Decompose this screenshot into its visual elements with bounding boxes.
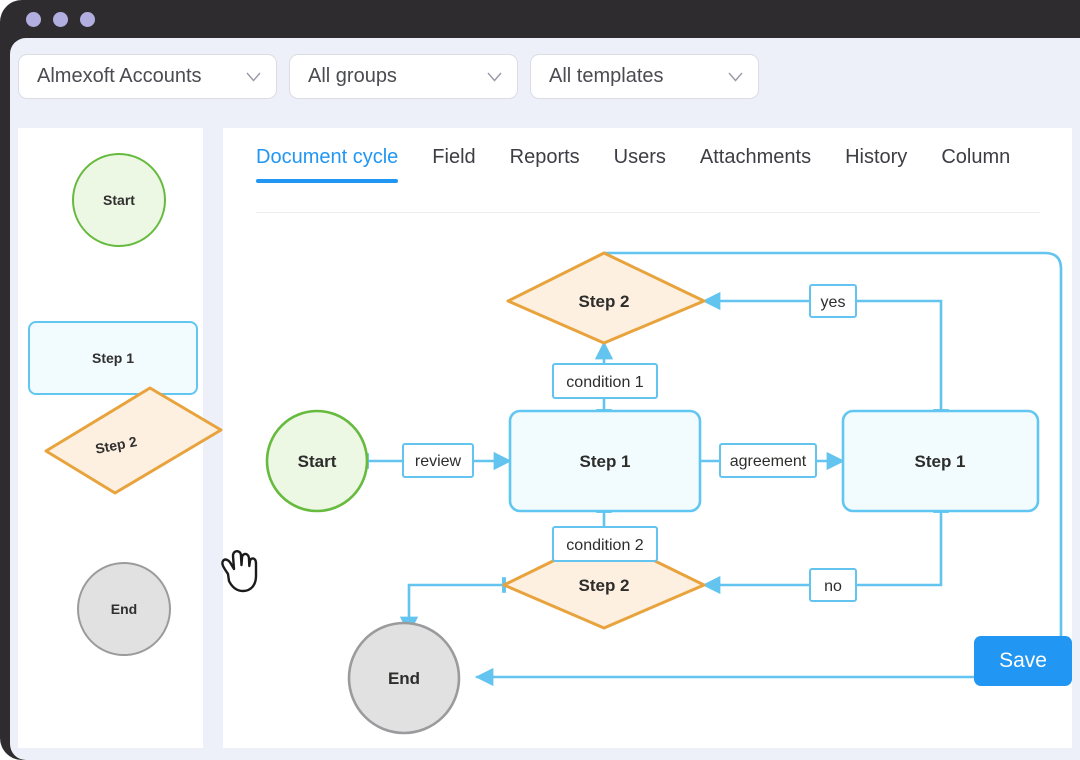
chevron-down-icon bbox=[246, 72, 261, 82]
group-select-value: All groups bbox=[308, 65, 397, 87]
node-step1-center[interactable]: Step 1 bbox=[508, 409, 702, 513]
filter-bar: Almexoft Accounts All groups All templat… bbox=[18, 54, 759, 99]
node-end[interactable]: End bbox=[347, 621, 461, 735]
traffic-lights bbox=[26, 12, 95, 27]
tab-reports[interactable]: Reports bbox=[510, 146, 580, 183]
maximize-window-button[interactable] bbox=[80, 12, 95, 27]
tab-attachments[interactable]: Attachments bbox=[700, 146, 811, 183]
flowchart-canvas[interactable]: Start Step 1 Step 1 Step 2 Step 2 End re… bbox=[223, 213, 1072, 748]
window-titlebar bbox=[0, 0, 1080, 38]
palette-item-label: End bbox=[110, 601, 138, 617]
node-step1-right-label: Step 1 bbox=[914, 452, 965, 471]
edge-label-no-text: no bbox=[824, 578, 842, 595]
node-end-label: End bbox=[388, 669, 420, 688]
account-select[interactable]: Almexoft Accounts bbox=[18, 54, 277, 99]
edge-label-condition1[interactable]: condition 1 bbox=[552, 363, 658, 399]
minimize-window-button[interactable] bbox=[53, 12, 68, 27]
node-step1-center-label: Step 1 bbox=[579, 452, 630, 471]
palette-item-step2[interactable]: Step 2 bbox=[43, 383, 223, 498]
palette-item-label: Start bbox=[103, 192, 135, 208]
edge-label-yes-text: yes bbox=[821, 294, 846, 311]
edge-label-condition2[interactable]: condition 2 bbox=[552, 526, 658, 562]
tab-document-cycle[interactable]: Document cycle bbox=[256, 146, 399, 183]
close-window-button[interactable] bbox=[26, 12, 41, 27]
node-start[interactable]: Start bbox=[265, 409, 369, 513]
edge-label-yes[interactable]: yes bbox=[809, 284, 857, 318]
app-surface: Almexoft Accounts All groups All templat… bbox=[10, 38, 1080, 760]
shape-palette-sidebar: Start Step 1 Step 2 End bbox=[18, 128, 258, 748]
edge-label-review[interactable]: review bbox=[402, 443, 474, 478]
tab-bar: Document cycle Field Reports Users Attac… bbox=[223, 128, 1072, 213]
chevron-down-icon bbox=[728, 72, 743, 82]
parallelogram-shape bbox=[44, 386, 223, 495]
group-select[interactable]: All groups bbox=[289, 54, 518, 99]
edge-label-agreement[interactable]: agreement bbox=[719, 443, 817, 478]
palette-item-end[interactable]: End bbox=[77, 562, 171, 656]
template-select[interactable]: All templates bbox=[530, 54, 759, 99]
node-step2-bottom-label: Step 2 bbox=[578, 576, 629, 595]
edge-label-no[interactable]: no bbox=[809, 568, 857, 602]
node-step1-right[interactable]: Step 1 bbox=[841, 409, 1040, 513]
node-step2-top-label: Step 2 bbox=[578, 292, 629, 311]
template-select-value: All templates bbox=[549, 65, 664, 87]
node-start-label: Start bbox=[298, 452, 337, 471]
tab-column[interactable]: Column bbox=[941, 146, 1010, 183]
tab-users[interactable]: Users bbox=[614, 146, 666, 183]
node-step2-top[interactable]: Step 2 bbox=[506, 251, 706, 345]
edge-label-agreement-text: agreement bbox=[730, 453, 807, 470]
tab-history[interactable]: History bbox=[845, 146, 907, 183]
content-panel: Document cycle Field Reports Users Attac… bbox=[223, 128, 1072, 748]
edge-label-review-text: review bbox=[415, 453, 462, 470]
app-window: Almexoft Accounts All groups All templat… bbox=[0, 0, 1080, 760]
save-button[interactable]: Save bbox=[974, 636, 1072, 686]
chevron-down-icon bbox=[487, 72, 502, 82]
palette-item-label: Step 1 bbox=[91, 350, 134, 366]
account-select-value: Almexoft Accounts bbox=[37, 65, 202, 87]
tab-field[interactable]: Field bbox=[432, 146, 475, 183]
edge-label-condition2-text: condition 2 bbox=[566, 537, 643, 554]
palette-item-start[interactable]: Start bbox=[72, 153, 166, 247]
edge-label-condition1-text: condition 1 bbox=[566, 374, 643, 391]
